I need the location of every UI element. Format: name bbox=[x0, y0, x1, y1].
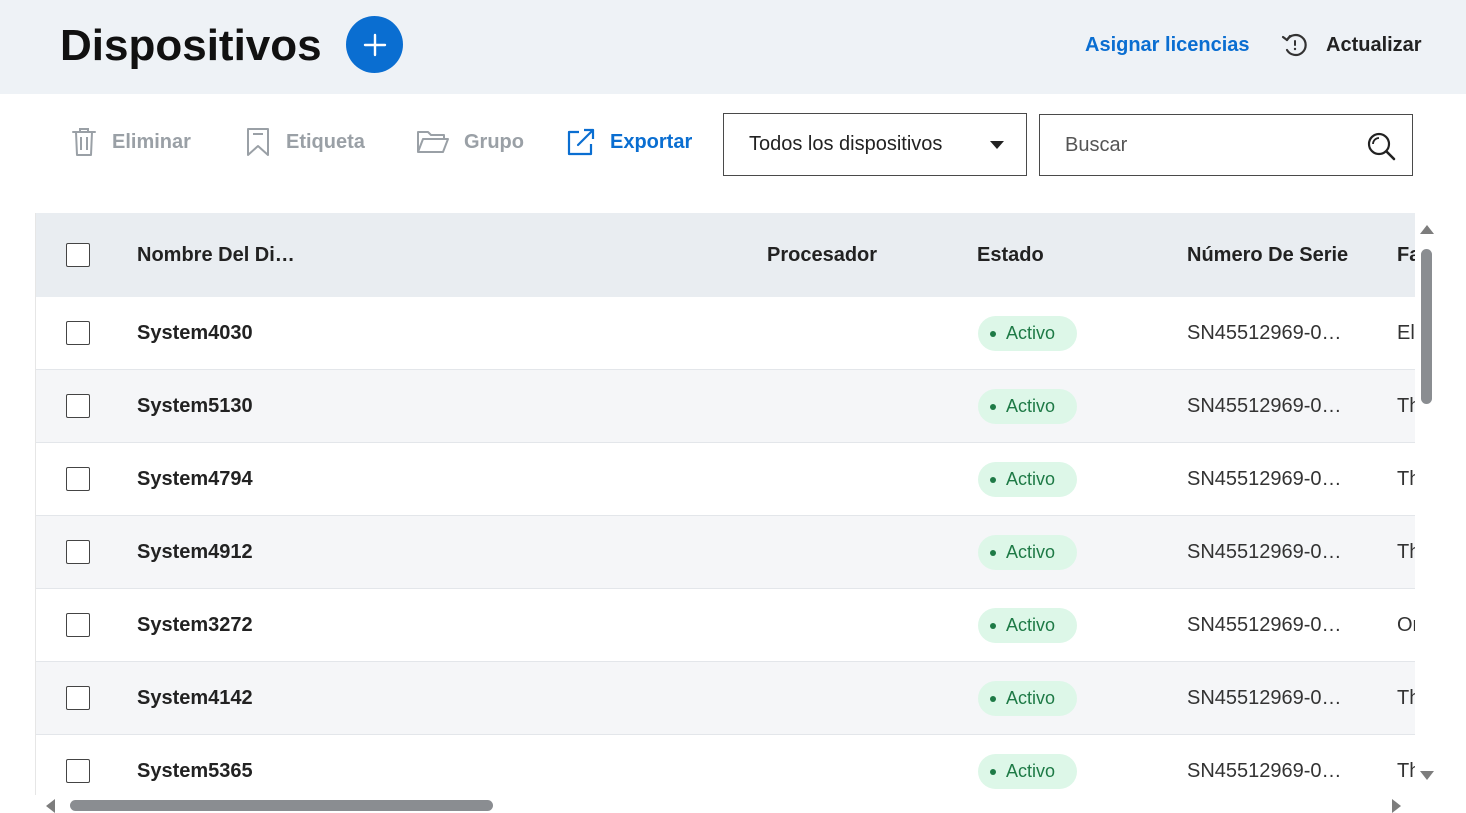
vertical-scroll-thumb[interactable] bbox=[1421, 249, 1432, 404]
next-column-cell: Th bbox=[1397, 687, 1415, 709]
device-name[interactable]: System4142 bbox=[137, 662, 253, 735]
row-checkbox[interactable] bbox=[66, 613, 90, 637]
table-row[interactable]: System4030 Activo SN45512969-0… El bbox=[36, 297, 1415, 370]
status-label: Activo bbox=[1006, 615, 1056, 635]
search-icon[interactable] bbox=[1366, 131, 1396, 161]
next-column-cell: Th bbox=[1397, 468, 1415, 490]
trash-icon bbox=[72, 128, 96, 156]
status-dot-icon bbox=[990, 695, 996, 702]
device-name[interactable]: System5130 bbox=[137, 370, 253, 443]
next-column-cell: El bbox=[1397, 322, 1415, 344]
status-label: Activo bbox=[1006, 761, 1056, 781]
select-all-checkbox[interactable] bbox=[66, 243, 90, 267]
folder-icon bbox=[417, 131, 449, 153]
next-column-cell: Th bbox=[1397, 541, 1415, 563]
horizontal-scroll-thumb[interactable] bbox=[70, 800, 493, 811]
row-checkbox[interactable] bbox=[66, 467, 90, 491]
column-header-serial[interactable]: Número De Serie bbox=[1187, 213, 1348, 297]
external-link-icon bbox=[567, 128, 595, 156]
status-badge: Activo bbox=[978, 681, 1077, 716]
export-label: Exportar bbox=[610, 130, 693, 153]
row-checkbox[interactable] bbox=[66, 686, 90, 710]
scroll-up-arrow-icon[interactable] bbox=[1420, 225, 1434, 234]
table-row[interactable]: System5365 Activo SN45512969-0… Th bbox=[36, 735, 1415, 795]
status-label: Activo bbox=[1006, 542, 1056, 562]
refresh-label: Actualizar bbox=[1326, 33, 1422, 56]
row-checkbox[interactable] bbox=[66, 759, 90, 783]
refresh-button[interactable]: Actualizar bbox=[1280, 30, 1422, 60]
bookmark-icon bbox=[247, 128, 269, 156]
serial-number: SN45512969-0… bbox=[1187, 322, 1342, 344]
serial-number: SN45512969-0… bbox=[1187, 395, 1342, 417]
row-checkbox[interactable] bbox=[66, 321, 90, 345]
table-header: Nombre Del Di… Procesador Estado Número … bbox=[36, 213, 1415, 297]
status-badge: Activo bbox=[978, 462, 1077, 497]
device-filter-value: Todos los dispositivos bbox=[749, 133, 943, 155]
scroll-right-arrow-icon[interactable] bbox=[1392, 799, 1401, 813]
device-filter-select[interactable]: Todos los dispositivos bbox=[723, 113, 1027, 176]
delete-button[interactable]: Eliminar bbox=[70, 124, 191, 160]
status-dot-icon bbox=[990, 768, 996, 775]
status-dot-icon bbox=[990, 549, 996, 556]
status-dot-icon bbox=[990, 403, 996, 410]
status-label: Activo bbox=[1006, 469, 1056, 489]
status-badge: Activo bbox=[978, 608, 1077, 643]
export-button[interactable]: Exportar bbox=[566, 124, 692, 160]
serial-number: SN45512969-0… bbox=[1187, 541, 1342, 563]
column-header-name[interactable]: Nombre Del Di… bbox=[137, 213, 295, 297]
device-name[interactable]: System4794 bbox=[137, 443, 253, 516]
status-dot-icon bbox=[990, 622, 996, 629]
serial-number: SN45512969-0… bbox=[1187, 468, 1342, 490]
serial-number: SN45512969-0… bbox=[1187, 614, 1342, 636]
page-title: Dispositivos bbox=[60, 21, 322, 70]
device-name[interactable]: System4030 bbox=[137, 297, 253, 370]
status-badge: Activo bbox=[978, 316, 1077, 351]
search-box bbox=[1039, 114, 1413, 176]
column-header-status[interactable]: Estado bbox=[977, 213, 1044, 297]
delete-label: Eliminar bbox=[112, 130, 191, 153]
device-name[interactable]: System3272 bbox=[137, 589, 253, 662]
status-badge: Activo bbox=[978, 754, 1077, 789]
device-name[interactable]: System4912 bbox=[137, 516, 253, 589]
caret-down-icon bbox=[990, 141, 1004, 149]
status-dot-icon bbox=[990, 330, 996, 337]
next-column-cell: Th bbox=[1397, 395, 1415, 417]
assign-licenses-link[interactable]: Asignar licencias bbox=[1085, 32, 1250, 58]
row-checkbox[interactable] bbox=[66, 394, 90, 418]
serial-number: SN45512969-0… bbox=[1187, 687, 1342, 709]
add-device-button[interactable] bbox=[346, 16, 403, 73]
plus-icon bbox=[363, 33, 386, 56]
serial-number: SN45512969-0… bbox=[1187, 760, 1342, 782]
next-column-cell: Th bbox=[1397, 760, 1415, 782]
table-row[interactable]: System3272 Activo SN45512969-0… Or bbox=[36, 589, 1415, 662]
table-row[interactable]: System4794 Activo SN45512969-0… Th bbox=[36, 443, 1415, 516]
group-button[interactable]: Grupo bbox=[416, 124, 524, 160]
tag-label: Etiqueta bbox=[286, 130, 365, 153]
device-name[interactable]: System5365 bbox=[137, 735, 253, 795]
group-label: Grupo bbox=[464, 130, 524, 153]
table-row[interactable]: System4912 Activo SN45512969-0… Th bbox=[36, 516, 1415, 589]
scroll-down-arrow-icon[interactable] bbox=[1420, 771, 1434, 780]
column-header-processor[interactable]: Procesador bbox=[767, 213, 877, 297]
search-input[interactable] bbox=[1040, 115, 1350, 175]
table-row[interactable]: System5130 Activo SN45512969-0… Th bbox=[36, 370, 1415, 443]
page-header: Dispositivos Asignar licencias Actualiza… bbox=[0, 0, 1466, 94]
devices-table: Nombre Del Di… Procesador Estado Número … bbox=[35, 213, 1415, 795]
column-header-next[interactable]: Fa bbox=[1397, 213, 1415, 297]
status-dot-icon bbox=[990, 476, 996, 483]
tag-button[interactable]: Etiqueta bbox=[244, 124, 365, 160]
table-body: System4030 Activo SN45512969-0… El System513… bbox=[36, 297, 1415, 795]
refresh-icon bbox=[1281, 33, 1307, 57]
status-label: Activo bbox=[1006, 396, 1056, 416]
row-checkbox[interactable] bbox=[66, 540, 90, 564]
horizontal-scrollbar[interactable] bbox=[35, 795, 1416, 813]
status-badge: Activo bbox=[978, 535, 1077, 570]
scroll-left-arrow-icon[interactable] bbox=[46, 799, 55, 813]
table-row[interactable]: System4142 Activo SN45512969-0… Th bbox=[36, 662, 1415, 735]
vertical-scrollbar[interactable] bbox=[1416, 213, 1438, 795]
status-label: Activo bbox=[1006, 323, 1056, 343]
status-label: Activo bbox=[1006, 688, 1056, 708]
status-badge: Activo bbox=[978, 389, 1077, 424]
next-column-cell: Or bbox=[1397, 614, 1415, 636]
